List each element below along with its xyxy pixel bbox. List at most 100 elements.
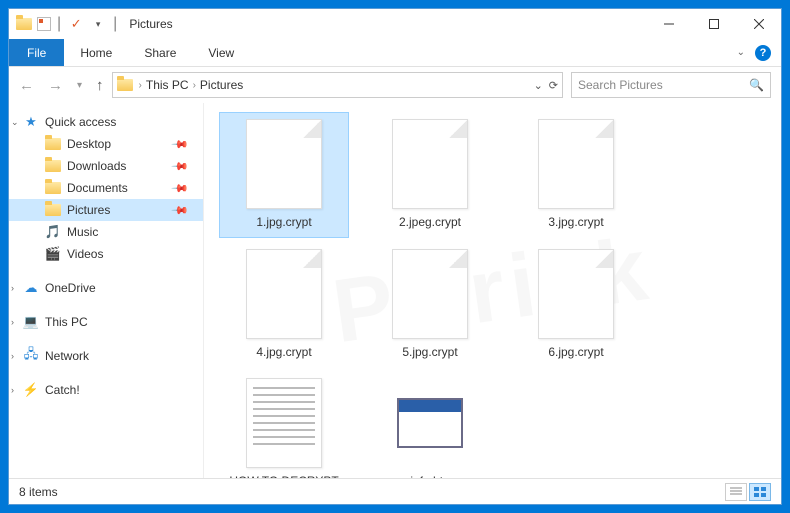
sidebar-item-catch[interactable]: › ⚡ Catch! [9,379,203,401]
sidebar-item-pictures[interactable]: Pictures 📌 [9,199,203,221]
pin-icon: 📌 [171,157,190,176]
downloads-icon [45,158,61,174]
documents-icon [45,180,61,196]
maximize-button[interactable] [691,9,736,39]
nav-pane: ⌄ ★ Quick access Desktop📌Downloads📌Docum… [9,103,204,478]
ribbon-expand-icon[interactable]: ⌄ [737,47,745,58]
sidebar-item-label: Catch! [45,383,80,397]
music-icon: 🎵 [45,224,61,240]
chevron-down-icon[interactable]: ⌄ [11,117,19,128]
catch-icon: ⚡ [23,382,39,398]
titlebar: | ✓ ▾ | Pictures [9,9,781,39]
explorer-window: | ✓ ▾ | Pictures File Home Share View ⌄ … [8,8,782,505]
file-item[interactable]: 3.jpg.crypt [512,113,640,237]
text-file-icon [246,378,322,468]
thispc-icon: 💻 [23,314,39,330]
blank-file-icon [246,119,322,209]
ribbon-file-tab[interactable]: File [9,39,64,66]
file-name: 3.jpg.crypt [548,215,603,231]
sidebar-item-desktop[interactable]: Desktop📌 [9,133,203,155]
breadcrumb[interactable]: Pictures [200,78,243,92]
file-name: HOW TO DECRYPT FILES.txt [224,474,344,478]
ribbon-tab-share[interactable]: Share [128,39,192,66]
file-item[interactable]: 6.jpg.crypt [512,243,640,367]
search-icon: 🔍 [749,78,764,92]
qat-properties-icon[interactable] [37,17,51,31]
minimize-button[interactable] [646,9,691,39]
body: ⌄ ★ Quick access Desktop📌Downloads📌Docum… [9,103,781,478]
search-input[interactable]: Search Pictures 🔍 [571,72,771,98]
sidebar-item-music[interactable]: 🎵 Music [9,221,203,243]
file-list[interactable]: PCrisk 1.jpg.crypt2.jpeg.crypt3.jpg.cryp… [204,103,781,478]
file-name: 4.jpg.crypt [256,345,311,361]
file-item[interactable]: 5.jpg.crypt [366,243,494,367]
pin-icon: 📌 [171,179,190,198]
chevron-right-icon[interactable]: › [11,283,14,293]
item-count: 8 items [19,485,58,499]
nav-forward-button[interactable]: → [48,77,63,94]
sidebar-item-thispc[interactable]: › 💻 This PC [9,311,203,333]
file-item[interactable]: 2.jpeg.crypt [366,113,494,237]
sidebar-item-label: Pictures [67,203,110,217]
sidebar-item-label: This PC [45,315,88,329]
file-name: 2.jpeg.crypt [399,215,461,231]
sidebar-item-label: Quick access [45,115,116,129]
nav-history-dropdown[interactable]: ▾ [77,80,82,91]
ribbon-tab-view[interactable]: View [192,39,250,66]
sidebar-item-label: Downloads [67,159,126,173]
file-name: 5.jpg.crypt [402,345,457,361]
address-bar[interactable]: › This PC › Pictures ⌄ ⟳ [112,72,563,98]
qat-dropdown-icon[interactable]: ▾ [89,15,107,33]
network-icon: 🖧 [23,348,39,364]
qat: | ✓ ▾ | [9,15,125,33]
sidebar-item-label: Desktop [67,137,111,151]
sidebar-quick-access[interactable]: ⌄ ★ Quick access [9,111,203,133]
nav-arrows: ← → ▾ ↑ [19,77,104,94]
chevron-right-icon[interactable]: › [11,385,14,395]
hta-file-icon [385,378,475,468]
nav-up-button[interactable]: ↑ [96,77,104,94]
breadcrumb[interactable]: This PC [146,78,189,92]
sidebar-item-label: OneDrive [45,281,96,295]
pin-icon: 📌 [171,201,190,220]
sidebar-item-label: Music [67,225,98,239]
chevron-right-icon[interactable]: › [193,80,196,91]
view-details-button[interactable] [725,483,747,501]
view-large-icons-button[interactable] [749,483,771,501]
search-placeholder: Search Pictures [578,78,663,92]
close-button[interactable] [736,9,781,39]
address-dropdown-icon[interactable]: ⌄ [534,79,543,92]
folder-icon [15,15,33,33]
refresh-icon[interactable]: ⟳ [549,79,558,92]
navbar: ← → ▾ ↑ › This PC › Pictures ⌄ ⟳ Search … [9,67,781,103]
desktop-icon [45,136,61,152]
file-item[interactable]: info.hta [366,372,494,478]
sidebar-item-downloads[interactable]: Downloads 📌 [9,155,203,177]
qat-checkbox-icon[interactable]: ✓ [67,15,85,33]
window-controls [646,9,781,39]
help-icon[interactable]: ? [755,45,771,61]
file-name: info.hta [410,474,449,478]
blank-file-icon [392,249,468,339]
blank-file-icon [538,119,614,209]
chevron-right-icon[interactable]: › [139,80,142,91]
blank-file-icon [246,249,322,339]
chevron-right-icon[interactable]: › [11,317,14,327]
nav-back-button[interactable]: ← [19,77,34,94]
blank-file-icon [392,119,468,209]
file-item[interactable]: 4.jpg.crypt [220,243,348,367]
sidebar-item-label: Videos [67,247,103,261]
file-item[interactable]: HOW TO DECRYPT FILES.txt [220,372,348,478]
ribbon: File Home Share View ⌄ ? [9,39,781,67]
qat-separator-2: | [113,15,117,33]
folder-icon [117,77,133,93]
ribbon-tab-home[interactable]: Home [64,39,128,66]
sidebar-item-onedrive[interactable]: ›☁OneDrive [9,277,203,299]
file-item[interactable]: 1.jpg.crypt [220,113,348,237]
file-name: 6.jpg.crypt [548,345,603,361]
sidebar-item-videos[interactable]: 🎬Videos [9,243,203,265]
pictures-icon [45,202,61,218]
sidebar-item-network[interactable]: ›🖧Network [9,345,203,367]
sidebar-item-documents[interactable]: Documents📌 [9,177,203,199]
chevron-right-icon[interactable]: › [11,351,14,361]
